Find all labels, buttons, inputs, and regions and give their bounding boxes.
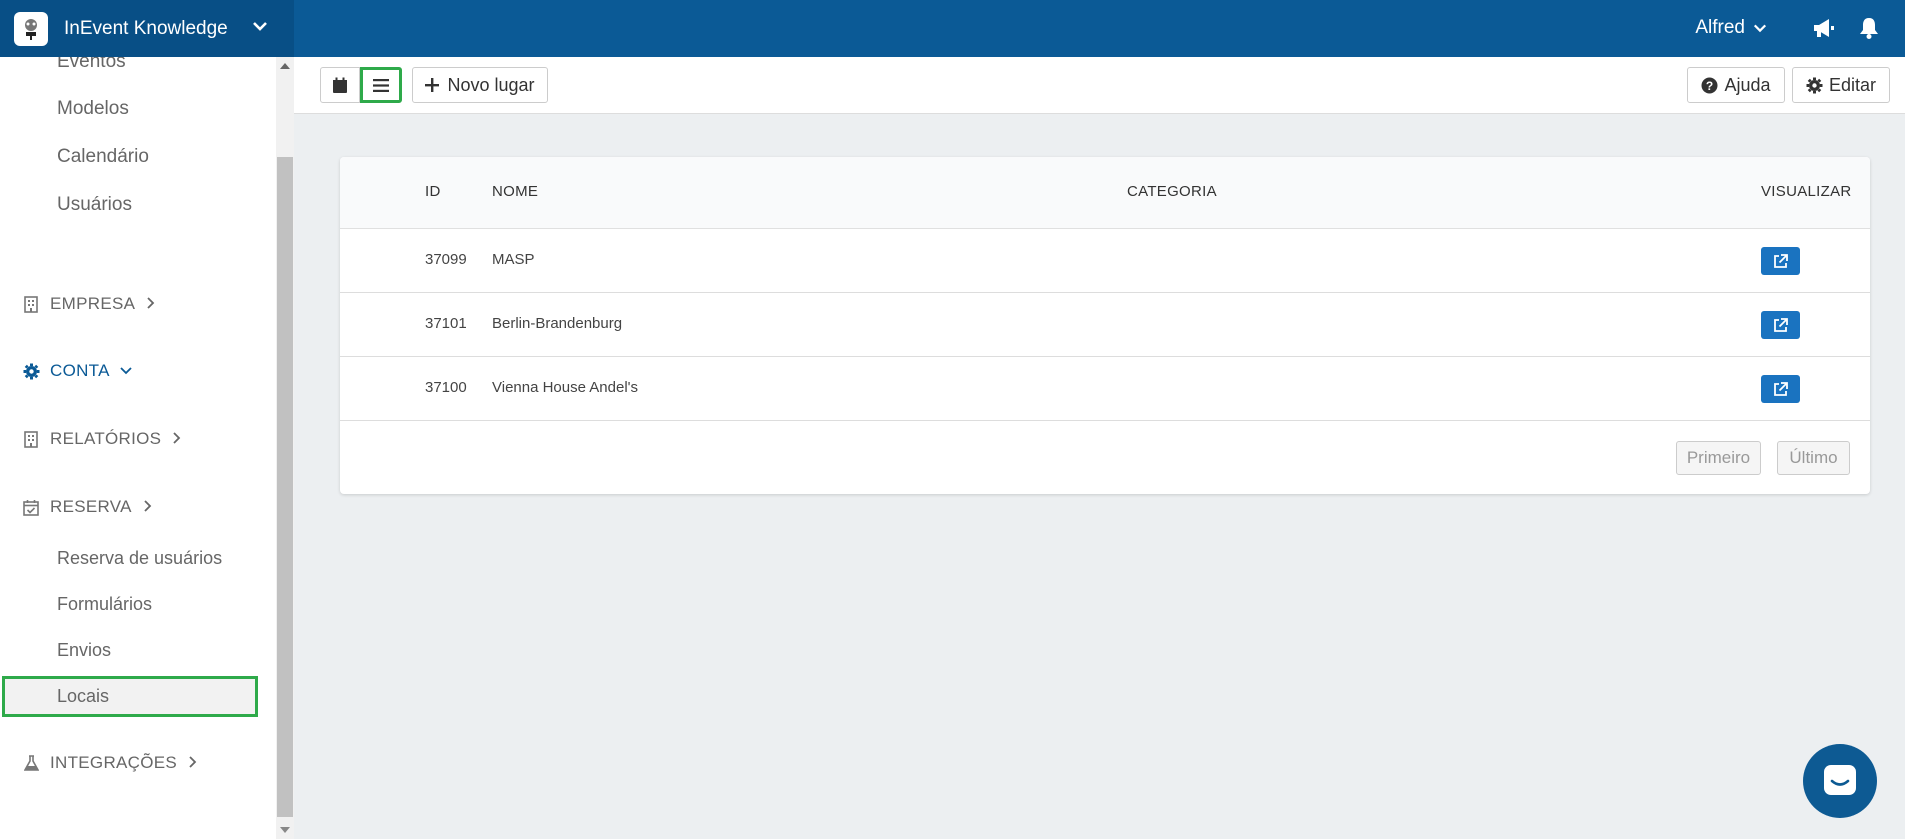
column-header-nome[interactable]: NOME (492, 183, 538, 200)
table-header: ID NOME CATEGORIA VISUALIZAR (340, 157, 1870, 229)
plus-icon (425, 78, 440, 92)
cell-name: Berlin-Brandenburg (492, 315, 623, 332)
column-header-id[interactable]: ID (425, 183, 441, 200)
new-place-label: Novo lugar (447, 74, 535, 95)
calendar-icon (333, 77, 347, 93)
cell-name: Vienna House Andel's (492, 379, 639, 396)
building-icon (22, 295, 40, 313)
last-page-button[interactable]: Último (1777, 441, 1850, 475)
chevron-down-icon (120, 361, 132, 381)
table-row: 37100 Vienna House Andel's (340, 357, 1870, 421)
bell-icon[interactable] (1859, 17, 1879, 44)
app-logo (14, 11, 48, 46)
sidebar-section-empresa[interactable]: EMPRESA (22, 294, 155, 314)
external-link-icon (1774, 253, 1788, 268)
sidebar-item-locais-highlight[interactable] (2, 676, 258, 717)
external-link-icon (1774, 381, 1788, 396)
list-view-button[interactable] (360, 67, 402, 103)
sidebar-item-formularios[interactable]: Formulários (57, 594, 152, 615)
sidebar: Eventos Modelos Calendário Usuários EMPR… (0, 57, 276, 839)
edit-button[interactable]: Editar (1792, 67, 1890, 103)
top-bar: InEvent Knowledge Alfred (0, 0, 1905, 57)
first-page-button[interactable]: Primeiro (1676, 441, 1761, 475)
sidebar-item-locais[interactable]: Locais (57, 686, 109, 707)
table-row: 37101 Berlin-Brandenburg (340, 293, 1870, 357)
sidebar-section-integracoes[interactable]: INTEGRAÇÕES (22, 753, 197, 773)
gear-icon (22, 362, 40, 380)
list-icon (373, 78, 389, 92)
chevron-right-icon (187, 753, 197, 773)
chevron-down-icon (1753, 24, 1767, 33)
sidebar-scrollbar[interactable] (276, 57, 294, 839)
app-title: InEvent Knowledge (64, 17, 228, 39)
calendar-view-button[interactable] (320, 67, 360, 103)
user-menu[interactable]: Alfred (1695, 17, 1767, 39)
sidebar-section-label: RELATÓRIOS (50, 429, 162, 448)
view-place-button[interactable] (1761, 311, 1800, 339)
cell-name: MASP (492, 251, 535, 268)
chat-icon (1824, 765, 1856, 795)
sidebar-section-label: INTEGRAÇÕES (50, 753, 178, 772)
column-header-categoria[interactable]: CATEGORIA (1127, 183, 1217, 200)
scroll-down-arrow-icon[interactable] (280, 827, 290, 833)
chevron-right-icon (142, 497, 152, 517)
chat-launcher-button[interactable] (1803, 744, 1877, 818)
cell-id: 37100 (425, 379, 467, 396)
sidebar-section-relatorios[interactable]: RELATÓRIOS (22, 429, 181, 449)
sidebar-section-conta[interactable]: CONTA (22, 361, 132, 381)
scrollbar-thumb[interactable] (277, 157, 293, 817)
table-row: 37099 MASP (340, 229, 1870, 293)
gear-icon (1806, 77, 1823, 93)
svg-text:?: ? (1706, 79, 1713, 93)
sidebar-section-reserva[interactable]: RESERVA (22, 497, 152, 517)
toolbar: Novo lugar ? Ajuda Editar (294, 57, 1905, 114)
sidebar-section-label: CONTA (50, 361, 110, 380)
question-circle-icon: ? (1701, 77, 1718, 93)
sidebar-section-label: RESERVA (50, 497, 132, 516)
view-place-button[interactable] (1761, 375, 1800, 403)
sidebar-section-label: EMPRESA (50, 294, 136, 313)
help-label: Ajuda (1724, 74, 1771, 95)
cell-id: 37101 (425, 315, 467, 332)
chevron-right-icon (171, 429, 181, 449)
new-place-button[interactable]: Novo lugar (412, 67, 548, 103)
sidebar-item-envios[interactable]: Envios (57, 640, 111, 661)
edit-label: Editar (1828, 74, 1877, 95)
sidebar-item-usuarios[interactable]: Usuários (57, 194, 132, 216)
view-place-button[interactable] (1761, 247, 1800, 275)
user-name: Alfred (1695, 17, 1745, 38)
flask-icon (22, 754, 40, 772)
sidebar-item-reserva-usuarios[interactable]: Reserva de usuários (57, 548, 222, 569)
sidebar-item-modelos[interactable]: Modelos (57, 98, 129, 120)
places-table: ID NOME CATEGORIA VISUALIZAR 37099 MASP … (340, 157, 1870, 494)
calendar-check-icon (22, 498, 40, 516)
chevron-right-icon (145, 294, 155, 314)
column-header-visualizar: VISUALIZAR (1761, 183, 1852, 200)
sidebar-item-eventos[interactable]: Eventos (57, 57, 126, 73)
external-link-icon (1774, 317, 1788, 332)
megaphone-icon[interactable] (1813, 18, 1835, 43)
help-button[interactable]: ? Ajuda (1687, 67, 1785, 103)
sidebar-item-calendario[interactable]: Calendário (57, 146, 149, 168)
cell-id: 37099 (425, 251, 467, 268)
scroll-up-arrow-icon[interactable] (280, 63, 290, 69)
chevron-down-icon[interactable] (252, 18, 268, 39)
building-icon (22, 430, 40, 448)
app-switcher[interactable]: InEvent Knowledge (0, 0, 294, 57)
